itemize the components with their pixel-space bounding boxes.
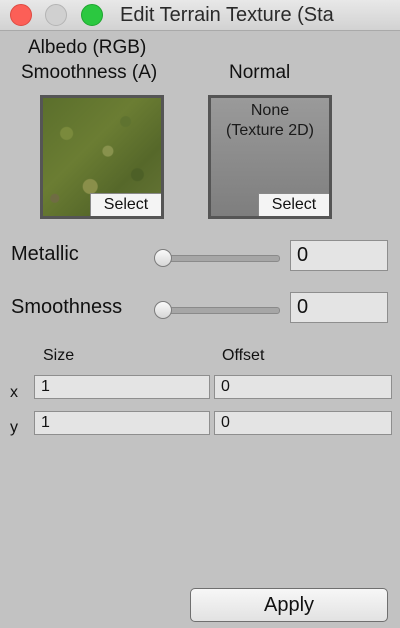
size-y-field[interactable]: 1 <box>34 411 210 435</box>
apply-button[interactable]: Apply <box>190 588 388 622</box>
smoothness-slider-track[interactable] <box>158 307 280 314</box>
title-bar: Edit Terrain Texture (Sta <box>0 0 400 31</box>
metallic-slider-handle[interactable] <box>154 249 172 267</box>
size-x-field[interactable]: 1 <box>34 375 210 399</box>
albedo-texture-slot[interactable]: Select <box>40 95 164 219</box>
offset-x-field[interactable]: 0 <box>214 375 392 399</box>
normal-empty-line2: (Texture 2D) <box>225 122 315 139</box>
normal-empty-text: None (Texture 2D) <box>211 101 329 141</box>
window-title: Edit Terrain Texture (Sta <box>120 4 334 26</box>
zoom-window-button[interactable] <box>81 4 103 26</box>
metallic-slider-track[interactable] <box>158 255 280 262</box>
smoothness-value-field[interactable]: 0 <box>290 292 388 323</box>
albedo-label: Albedo (RGB) <box>28 37 147 58</box>
smoothness-slider-handle[interactable] <box>154 301 172 319</box>
minimize-window-button[interactable] <box>45 4 67 26</box>
normal-texture-slot[interactable]: None (Texture 2D) Select <box>208 95 332 219</box>
smoothness-label: Smoothness <box>11 296 123 318</box>
smoothness-alpha-label: Smoothness (A) <box>21 62 158 83</box>
normal-empty-line1: None <box>250 102 290 119</box>
offset-header: Offset <box>222 347 265 364</box>
albedo-select-button[interactable]: Select <box>90 193 161 216</box>
offset-y-field[interactable]: 0 <box>214 411 392 435</box>
size-header: Size <box>43 347 75 364</box>
y-row-label: y <box>10 419 18 436</box>
metallic-label: Metallic <box>11 243 79 265</box>
metallic-value-field[interactable]: 0 <box>290 240 388 271</box>
close-window-button[interactable] <box>10 4 32 26</box>
x-row-label: x <box>10 384 18 401</box>
normal-label: Normal <box>229 62 291 83</box>
normal-select-button[interactable]: Select <box>258 193 329 216</box>
